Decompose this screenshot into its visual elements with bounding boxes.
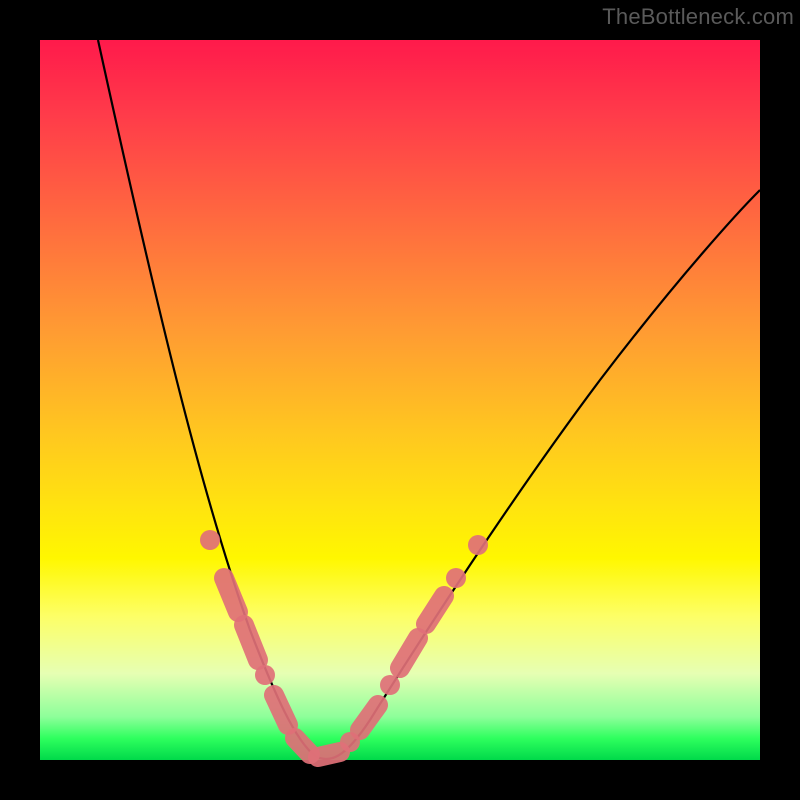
marker-dot	[255, 665, 275, 685]
marker-dot	[200, 530, 220, 550]
marker-segment	[318, 752, 340, 757]
chart-frame: TheBottleneck.com	[0, 0, 800, 800]
watermark-text: TheBottleneck.com	[602, 4, 794, 30]
curve-layer	[40, 40, 760, 760]
bottleneck-curve	[98, 40, 760, 759]
gradient-plot-area	[40, 40, 760, 760]
marker-segment	[244, 625, 258, 660]
marker-dot	[468, 535, 488, 555]
marker-segment	[360, 705, 378, 730]
marker-segment	[224, 578, 238, 612]
marker-dot	[446, 568, 466, 588]
marker-segment	[274, 695, 288, 725]
marker-segment	[400, 638, 418, 668]
marker-segment	[426, 596, 444, 624]
marker-segment	[295, 738, 310, 754]
marker-dot	[380, 675, 400, 695]
